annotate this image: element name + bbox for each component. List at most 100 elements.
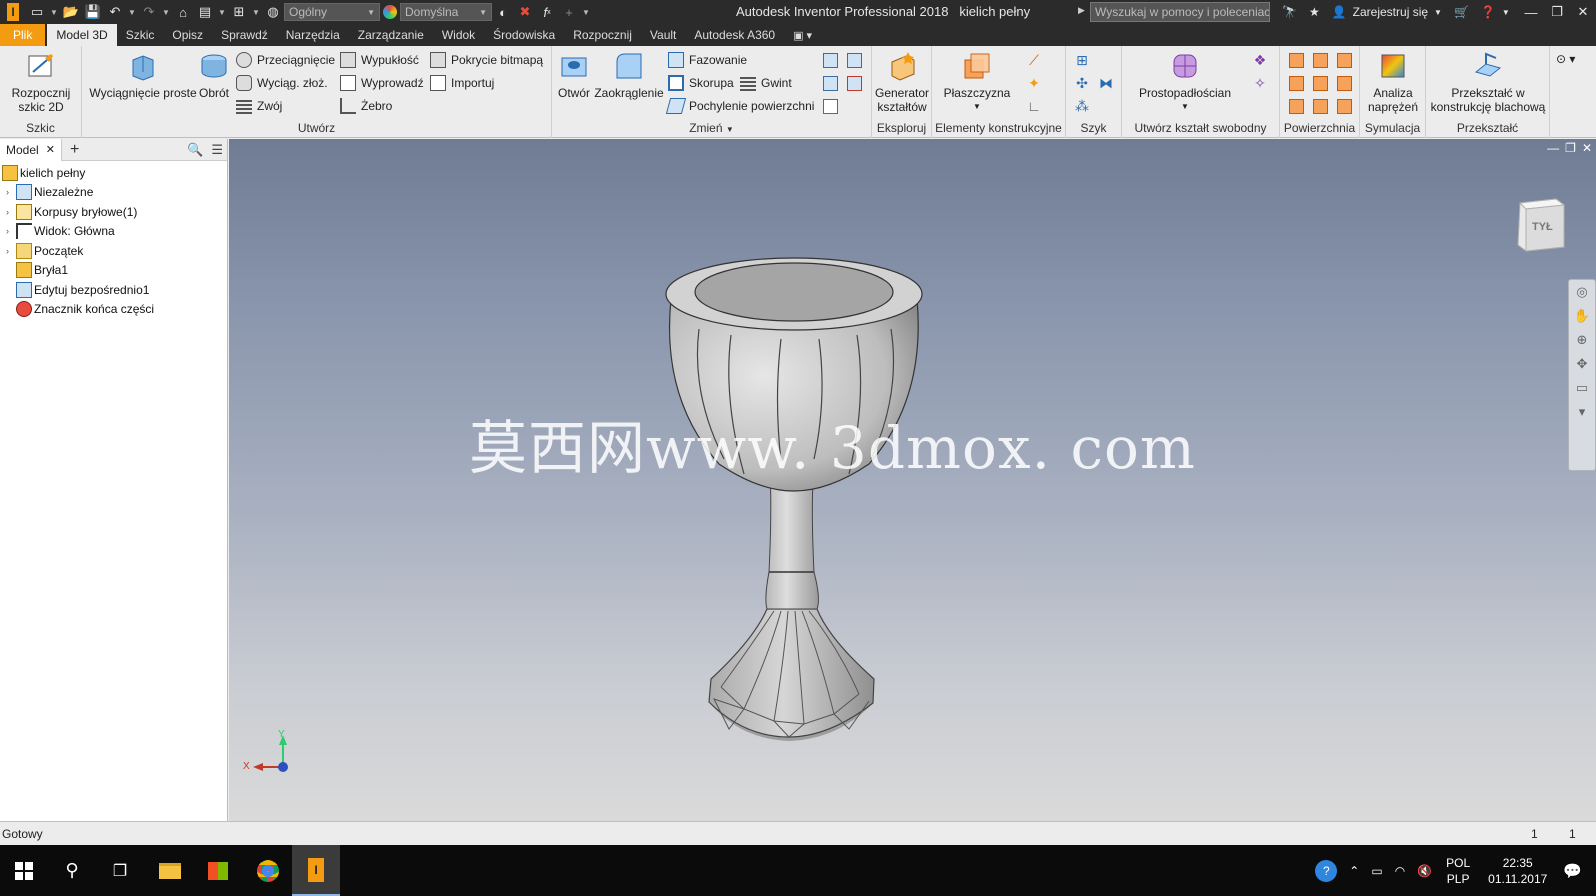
search-expand-icon[interactable]: ▶ (1078, 5, 1085, 16)
update-dropdown-icon[interactable]: ▼ (216, 0, 228, 24)
tab-inspect[interactable]: Sprawdź (212, 24, 277, 46)
appearance-select[interactable]: Domyślna ▼ (400, 3, 492, 21)
help-search-input[interactable]: Wyszukaj w pomocy i poleceniach (1090, 2, 1270, 22)
circular-pattern-icon[interactable]: ✣ (1072, 73, 1092, 93)
shell-button[interactable]: Skorupa (668, 73, 734, 93)
split-icon[interactable] (844, 50, 864, 70)
expand-chevron-icon[interactable]: › (6, 246, 16, 256)
surface-patch-icon[interactable] (1286, 73, 1306, 93)
chrome-button[interactable] (244, 845, 292, 896)
home-icon[interactable]: ⌂ (172, 0, 194, 24)
material-globe-icon[interactable]: ◍ (262, 0, 284, 24)
rib-button[interactable]: Żebro (340, 96, 392, 116)
update-icon[interactable]: ▤ (194, 0, 216, 24)
sign-in-dropdown-icon[interactable]: ▼ (1434, 8, 1442, 17)
speaker-mute-icon[interactable]: 🔇 (1417, 864, 1432, 878)
language-indicator[interactable]: POL PLP (1446, 855, 1470, 887)
chevron-up-icon[interactable]: ⌃ (1349, 864, 1359, 878)
search-binoculars-icon[interactable]: 🔭 (1282, 5, 1297, 19)
steering-wheel-icon[interactable]: ◎ (1569, 280, 1595, 304)
navbar-customize-icon[interactable]: ▾ (1569, 400, 1595, 424)
panel-title-modify[interactable]: Zmień ▼ (552, 121, 871, 135)
decal-button[interactable]: Pokrycie bitmapą (430, 50, 543, 70)
parameters-fx-icon[interactable]: fx (536, 0, 558, 24)
tree-item-origin[interactable]: › Początek (6, 241, 83, 261)
hole-button[interactable]: Otwór (554, 50, 594, 100)
search-icon[interactable]: 🔍 (187, 142, 203, 158)
task-view-button[interactable]: ❐ (96, 845, 144, 896)
surface-boundary-icon[interactable] (1310, 96, 1330, 116)
replace-face-icon[interactable] (820, 96, 840, 116)
look-at-icon[interactable]: ▭ (1569, 376, 1595, 400)
cart-icon[interactable]: 🛒 (1454, 5, 1469, 19)
adjust-appearance-icon[interactable]: ◐ (492, 0, 514, 24)
clear-appearance-icon[interactable]: ✖ (514, 0, 536, 24)
search-button[interactable]: ⚲ (48, 845, 96, 896)
surface-thicken-icon[interactable] (1286, 50, 1306, 70)
redo-icon[interactable]: ↷ (138, 0, 160, 24)
tab-environments[interactable]: Środowiska (484, 24, 564, 46)
add-icon[interactable]: + (558, 0, 580, 24)
browser-tab-model[interactable]: Model ✕ (0, 138, 62, 161)
work-axis-icon[interactable]: ⟋ (1024, 50, 1044, 70)
rectangular-pattern-icon[interactable]: ⊞ (1072, 50, 1092, 70)
surface-ruled-icon[interactable] (1286, 96, 1306, 116)
ucs-icon[interactable]: ∟ (1024, 96, 1044, 116)
expand-chevron-icon[interactable]: › (6, 207, 16, 217)
start-button[interactable] (0, 845, 48, 896)
orbit-icon[interactable]: ✥ (1569, 352, 1595, 376)
surface-stitch-icon[interactable] (1310, 50, 1330, 70)
shape-generator-button[interactable]: Generator kształtów (872, 50, 932, 114)
new-file-icon[interactable]: ▭ (26, 0, 48, 24)
sketch-pattern-icon[interactable]: ⁂ (1072, 96, 1092, 116)
save-icon[interactable]: 💾 (82, 0, 104, 24)
graphics-viewport[interactable]: 莫西网www. 3dmox. com — ❐ ✕ TYŁ ◎ ✋ ⊕ ✥ ▭ ▾… (229, 139, 1596, 821)
emboss-button[interactable]: Wypukłość (340, 50, 419, 70)
revolve-button[interactable]: Obrót (194, 50, 234, 100)
tab-annotate[interactable]: Opisz (163, 24, 212, 46)
pan-hand-icon[interactable]: ✋ (1569, 304, 1595, 328)
close-icon[interactable]: ✕ (1570, 0, 1596, 24)
tab-get-started[interactable]: Rozpocznij (564, 24, 641, 46)
surface-replace-icon[interactable] (1334, 96, 1354, 116)
tree-item-view[interactable]: › Widok: Główna (6, 221, 115, 241)
freeform-box-button[interactable]: Prostopadłościan ▼ (1132, 50, 1238, 114)
open-icon[interactable]: 📂 (60, 0, 82, 24)
loft-button[interactable]: Przeciągnięcie (236, 50, 335, 70)
zoom-icon[interactable]: ⊕ (1569, 328, 1595, 352)
viewcube[interactable]: TYŁ (1514, 191, 1566, 253)
freeform-edit-icon[interactable]: ❖ (1250, 50, 1270, 70)
import-button[interactable]: Importuj (430, 73, 494, 93)
extrude-button[interactable]: Wyciągnięcie proste (88, 50, 198, 100)
help-icon[interactable]: ❓ (1481, 5, 1496, 19)
tab-tools[interactable]: Narzędzia (277, 24, 349, 46)
sign-in-link[interactable]: Zarejestruj się (1353, 5, 1428, 19)
tree-item-solid-bodies[interactable]: › Korpusy bryłowe(1) (6, 202, 137, 222)
tab-manage[interactable]: Zarządzanie (349, 24, 433, 46)
expand-chevron-icon[interactable]: › (6, 187, 16, 197)
undo-dropdown-icon[interactable]: ▼ (126, 0, 138, 24)
tab-file[interactable]: Plik (0, 24, 46, 46)
draft-button[interactable]: Pochylenie powierzchni (665, 96, 814, 116)
mirror-icon[interactable]: ⧓ (1096, 73, 1116, 93)
close-icon[interactable]: ✕ (1582, 141, 1592, 155)
inventor-app-button[interactable]: I (0, 0, 26, 24)
file-explorer-button[interactable] (146, 845, 194, 896)
minimize-icon[interactable]: — (1518, 0, 1544, 24)
tab-view[interactable]: Widok (433, 24, 484, 46)
battery-icon[interactable]: ▭ (1371, 864, 1382, 878)
favorites-star-icon[interactable]: ★ (1309, 5, 1320, 19)
expand-chevron-icon[interactable]: › (6, 226, 16, 236)
surface-trim-icon[interactable] (1310, 73, 1330, 93)
select-icon[interactable]: ⊞ (228, 0, 250, 24)
tree-item-direct-edit[interactable]: Edytuj bezpośrednio1 (16, 280, 149, 300)
restore-icon[interactable]: ❐ (1544, 0, 1570, 24)
coil-button[interactable]: Zwój (236, 96, 282, 116)
chamfer-button[interactable]: Fazowanie (668, 50, 747, 70)
sweep-button[interactable]: Wyciąg. złoż. (236, 73, 328, 93)
tab-sketch[interactable]: Szkic (117, 24, 164, 46)
convert-sheet-metal-button[interactable]: Przekształć w konstrukcję blachową (1426, 50, 1550, 114)
delete-face-icon[interactable] (844, 73, 864, 93)
stress-analysis-button[interactable]: Analiza naprężeń (1362, 50, 1424, 114)
tab-a360[interactable]: Autodesk A360 (685, 24, 784, 46)
